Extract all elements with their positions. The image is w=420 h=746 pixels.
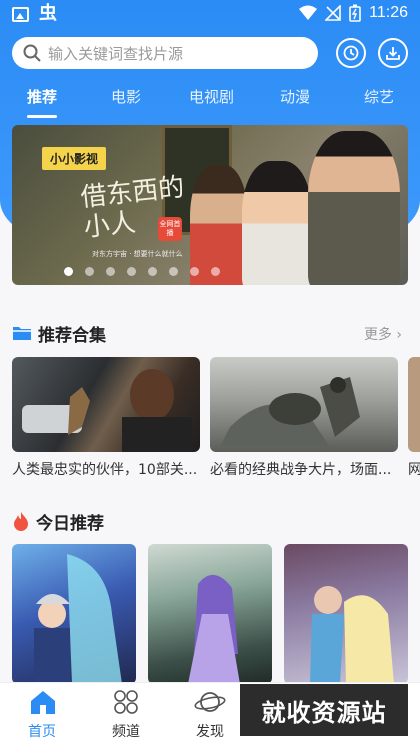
- collection-caption: 必看的经典战争大片，场面...: [210, 462, 392, 478]
- folder-icon: [13, 327, 31, 340]
- channel-icon: [114, 690, 138, 714]
- planet-icon: [194, 692, 226, 712]
- collection-card[interactable]: [408, 357, 420, 452]
- more-label: 更多: [363, 327, 392, 343]
- history-button[interactable]: [336, 38, 366, 68]
- nav-label: 频道: [112, 724, 140, 740]
- tab-anime[interactable]: 动漫: [280, 86, 310, 107]
- flame-icon: [14, 512, 28, 531]
- clock-time: 11:26: [369, 4, 408, 21]
- pager-dot[interactable]: [85, 267, 94, 276]
- category-tabs: 推荐 电影 电视剧 动漫 综艺: [0, 86, 420, 120]
- search-input[interactable]: 输入关键词查找片源: [12, 37, 318, 69]
- tab-recommend[interactable]: 推荐: [27, 86, 57, 107]
- more-link[interactable]: 更多 ›: [364, 324, 402, 344]
- poster-artwork: [188, 574, 240, 684]
- nav-channel[interactable]: 频道: [86, 683, 166, 746]
- collections-header: 推荐合集 更多 ›: [12, 321, 408, 346]
- search-placeholder: 输入关键词查找片源: [48, 44, 184, 63]
- pager-dot[interactable]: [64, 267, 73, 276]
- clock-icon: [343, 45, 359, 61]
- status-bar: 虫 11:26: [0, 0, 420, 30]
- collection-caption: 人类最忠实的伙伴，10部关...: [12, 462, 198, 478]
- tab-movies[interactable]: 电影: [111, 86, 141, 107]
- signal-icon: [325, 5, 341, 21]
- search-icon: [23, 44, 41, 62]
- download-icon: [386, 47, 400, 60]
- collection-card[interactable]: [12, 357, 200, 452]
- collection-caption: 网: [408, 462, 420, 478]
- pager-dot[interactable]: [127, 267, 136, 276]
- home-icon: [31, 691, 55, 714]
- poster-artwork: [34, 554, 122, 684]
- pager-dot[interactable]: [169, 267, 178, 276]
- today-header: 今日推荐: [12, 509, 408, 534]
- section-title: 推荐合集: [38, 325, 106, 346]
- nav-label: 首页: [28, 724, 56, 740]
- banner-logo: 小小影视: [42, 147, 107, 170]
- recommend-poster[interactable]: [148, 544, 272, 684]
- collection-card[interactable]: [210, 357, 398, 452]
- nav-label: 发现: [196, 724, 224, 740]
- pager-dot[interactable]: [211, 267, 220, 276]
- banner-title: 借东西的小人: [79, 172, 186, 244]
- banner-tagline: 对东方宇宙 · 想要什么就什么: [92, 250, 183, 258]
- tab-tv-series[interactable]: 电视剧: [189, 86, 234, 107]
- featured-banner[interactable]: 小小影视 借东西的小人 全网首播 对东方宇宙 · 想要什么就什么: [12, 125, 408, 285]
- recommend-poster[interactable]: [12, 544, 136, 684]
- nav-discover[interactable]: 发现: [170, 683, 250, 746]
- pager-dot[interactable]: [190, 267, 199, 276]
- pager-dot[interactable]: [106, 267, 115, 276]
- banner-figure: [308, 131, 400, 285]
- nav-home[interactable]: 首页: [2, 683, 82, 746]
- app-root: 虫 11:26 输入关键词查找片源 推荐 电影 电视剧 动漫 综艺 小小影视 借…: [0, 0, 420, 746]
- app-notification-icon: 虫: [39, 3, 57, 24]
- banner-badge: 全网首播: [158, 217, 182, 241]
- collection-thumbnail: [22, 369, 192, 452]
- collection-thumbnail: [220, 377, 360, 447]
- banner-pager: [64, 267, 220, 276]
- battery-icon: [349, 4, 361, 22]
- active-tab-indicator: [27, 115, 57, 118]
- poster-artwork: [310, 586, 394, 684]
- banner-figure: [242, 161, 312, 285]
- tab-variety[interactable]: 综艺: [364, 86, 394, 107]
- watermark: 就收资源站: [240, 684, 408, 736]
- download-button[interactable]: [378, 38, 408, 68]
- section-title: 今日推荐: [36, 513, 104, 534]
- recommend-poster[interactable]: [284, 544, 408, 684]
- gallery-icon: [12, 6, 29, 22]
- wifi-icon: [299, 5, 318, 20]
- pager-dot[interactable]: [148, 267, 157, 276]
